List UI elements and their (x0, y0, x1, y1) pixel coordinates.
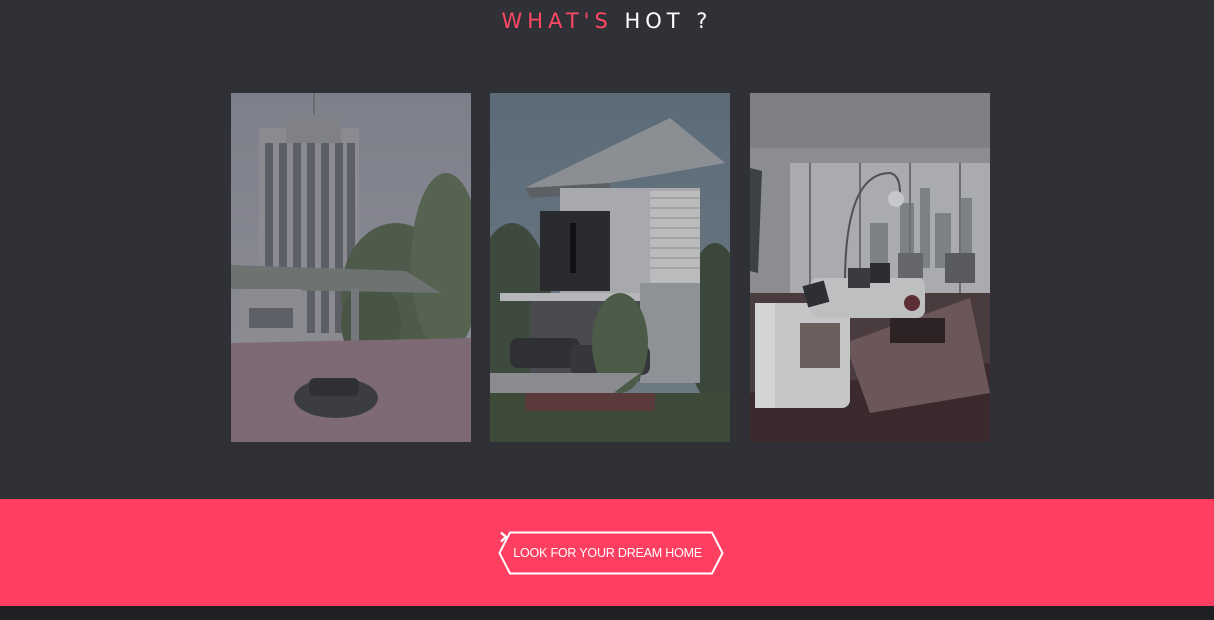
house-photo (490, 93, 730, 442)
section-title: WHAT'S HOT ? (0, 9, 1214, 33)
section-title-accent: WHAT'S (501, 9, 613, 33)
footer-strip (0, 606, 1214, 620)
dream-home-button[interactable]: LOOK FOR YOUR DREAM HOME (498, 531, 724, 575)
whats-hot-section: WHAT'S HOT ? (0, 0, 1214, 499)
section-title-rest: HOT ? (624, 9, 713, 33)
chevron-right-icon (500, 531, 508, 543)
building-photo (231, 93, 471, 442)
property-card-house[interactable] (490, 93, 730, 442)
property-card-condominium[interactable] (231, 93, 471, 442)
interior-photo (750, 93, 990, 442)
dream-home-button-label: LOOK FOR YOUR DREAM HOME (513, 546, 702, 560)
property-card-interior[interactable] (750, 93, 990, 442)
